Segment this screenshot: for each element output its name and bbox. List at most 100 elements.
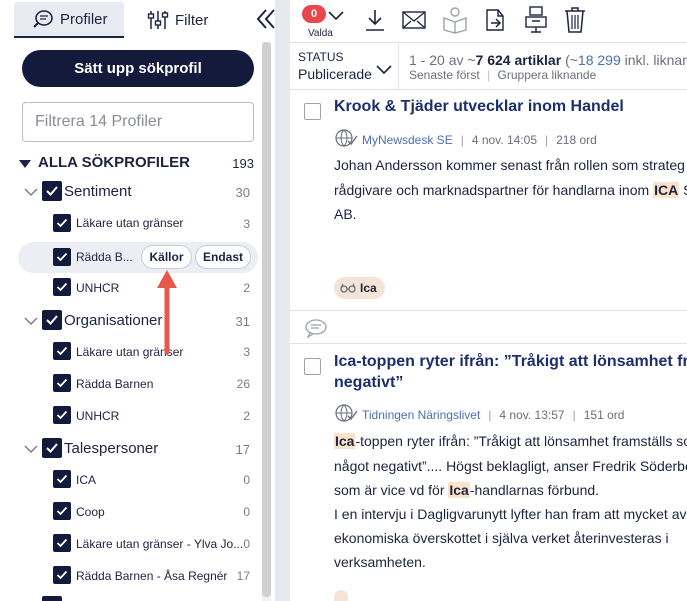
profile-label[interactable]: UNHCR	[76, 281, 119, 295]
meta-separator: |	[460, 132, 464, 147]
group-expand-icon[interactable]	[24, 314, 38, 328]
profile-label[interactable]: Coop	[76, 505, 105, 519]
status-dropdown-icon[interactable]	[376, 62, 392, 80]
selected-label: Valda	[308, 28, 333, 39]
sort-latest-link[interactable]: Senaste först	[409, 68, 480, 82]
all-profiles-count: 193	[232, 156, 254, 171]
article-snippet: Johan Andersson kommer senast från rolle…	[334, 157, 685, 173]
tab-filter-label: Filter	[175, 11, 209, 29]
collapse-all-icon[interactable]	[18, 157, 32, 171]
snippet-text: -toppen ryter ifrån: ”Tråkigt att lönsam…	[355, 433, 687, 449]
comment-icon[interactable]	[304, 318, 328, 343]
profile-checkbox[interactable]	[53, 566, 71, 584]
article-snippet: AB.	[334, 206, 357, 222]
article-title-continued[interactable]: negativt”	[334, 372, 403, 394]
group-count: 30	[235, 185, 250, 200]
group-label[interactable]: Organisationer	[64, 312, 162, 329]
article-title[interactable]: Ica-toppen ryter ifrån: ”Tråkigt att lön…	[334, 351, 687, 373]
article-source[interactable]: MyNewsdesk SE	[362, 133, 453, 147]
similar-count[interactable]: 18 299	[578, 52, 621, 68]
profile-label[interactable]: Läkare utan gränser	[76, 216, 183, 230]
group-label[interactable]: Sentiment	[64, 183, 132, 200]
group-checkbox[interactable]	[42, 181, 62, 201]
profile-count: 0	[243, 473, 250, 487]
article-snippet: något negativt”.... Högst beklagligt, an…	[334, 458, 687, 474]
article-snippet: rådgivare och marknadspartner för handla…	[334, 182, 687, 198]
article-meta: MyNewsdesk SE | 4 nov. 14:05 | 218 ord	[334, 127, 597, 152]
article-snippet: verksamheten.	[334, 554, 426, 570]
status-value[interactable]: Publicerade	[298, 66, 372, 82]
profile-sidebar: Profiler Filter Sätt upp sökprofil ALLA …	[0, 0, 275, 601]
profile-count: 3	[243, 345, 250, 359]
article-words: 151 ord	[583, 407, 625, 422]
profile-label[interactable]: Rädda Barnen - Åsa Regnér	[76, 569, 227, 583]
web-source-icon	[334, 402, 358, 427]
article-list-panel: 0 Valda STATUS Publicerade 1 - 20 av ~7 …	[290, 0, 687, 601]
profile-count: 17	[236, 569, 250, 583]
tab-profiler[interactable]: Profiler	[14, 2, 124, 38]
profile-tag[interactable]: Ica	[334, 277, 385, 299]
search-profile-icon	[32, 9, 54, 29]
article-snippet: som är vice vd för Ica-handlarnas förbun…	[334, 482, 599, 498]
panel-divider[interactable]	[275, 0, 290, 601]
article-date: 4 nov. 13:57	[499, 407, 565, 422]
article-meta: Tidningen Näringslivet | 4 nov. 13:57 | …	[334, 402, 624, 427]
group-similar-link[interactable]: Gruppera liknande	[498, 68, 597, 82]
article-count: 1 - 20 av ~7 624 artiklar (~18 299 inkl.…	[409, 52, 687, 68]
share-devices-icon[interactable]	[524, 6, 548, 39]
download-icon[interactable]	[364, 8, 386, 37]
reader-icon[interactable]	[442, 6, 468, 39]
profile-count: 2	[243, 281, 250, 295]
setup-search-profile-button[interactable]: Sätt upp sökprofil	[22, 50, 254, 87]
article-snippet: ekonomiska överskottet i själva verket å…	[334, 530, 669, 546]
profile-label[interactable]: Rädda Barnen	[76, 377, 153, 391]
profile-checkbox[interactable]	[53, 470, 71, 488]
group-checkbox[interactable]	[42, 310, 62, 330]
profile-checkbox[interactable]	[53, 374, 71, 392]
profile-checkbox[interactable]	[53, 406, 71, 424]
profile-count: 0	[243, 505, 250, 519]
profile-label[interactable]: UNHCR	[76, 409, 119, 423]
trash-icon[interactable]	[564, 6, 586, 39]
article-source[interactable]: Tidningen Näringslivet	[362, 408, 480, 422]
keyword-highlight: ICA	[653, 182, 680, 198]
article-title[interactable]: Krook & Tjäder utvecklar inom Handel	[334, 96, 624, 118]
group-checkbox[interactable]	[42, 596, 62, 601]
sort-options: Senaste först | Gruppera liknande	[409, 68, 596, 82]
profile-checkbox[interactable]	[53, 342, 71, 360]
only-button[interactable]: Endast	[195, 245, 251, 269]
meta-separator: |	[545, 132, 549, 147]
group-count: 31	[235, 314, 250, 329]
group-label[interactable]: Talespersoner	[64, 440, 158, 457]
group-expand-icon[interactable]	[24, 442, 38, 456]
snippet-text: -handlarnas förbund.	[469, 482, 600, 498]
export-icon[interactable]	[484, 8, 506, 37]
profile-checkbox[interactable]	[53, 534, 71, 552]
article-checkbox[interactable]	[304, 103, 321, 120]
similar-prefix: (~	[565, 52, 578, 68]
article-checkbox[interactable]	[304, 358, 321, 375]
profile-checkbox[interactable]	[53, 214, 71, 232]
sidebar-tabs: Profiler Filter	[14, 0, 275, 40]
web-source-icon	[334, 127, 358, 152]
profile-label[interactable]: ICA	[76, 473, 96, 487]
email-icon[interactable]	[402, 11, 426, 34]
group-expand-icon[interactable]	[24, 185, 38, 199]
sidebar-scrollbar[interactable]	[262, 42, 271, 597]
chevron-down-icon[interactable]	[328, 8, 344, 26]
profile-count: 3	[243, 217, 250, 231]
profile-tag[interactable]	[334, 590, 348, 601]
article-snippet: Ica-toppen ryter ifrån: ”Tråkigt att lön…	[334, 433, 687, 449]
collapse-sidebar-icon[interactable]	[256, 8, 276, 35]
selected-count-badge[interactable]: 0	[302, 5, 326, 23]
article-divider	[290, 310, 687, 311]
profile-checkbox[interactable]	[53, 248, 71, 266]
filter-profiles-input[interactable]	[22, 102, 254, 142]
profile-checkbox[interactable]	[53, 278, 71, 296]
profile-checkbox[interactable]	[53, 502, 71, 520]
profile-count: 2	[243, 409, 250, 423]
profile-count: 0	[243, 537, 250, 551]
tab-filter[interactable]: Filter	[147, 2, 237, 38]
group-checkbox[interactable]	[42, 438, 62, 458]
profile-label[interactable]: Rädda B...	[76, 250, 133, 264]
